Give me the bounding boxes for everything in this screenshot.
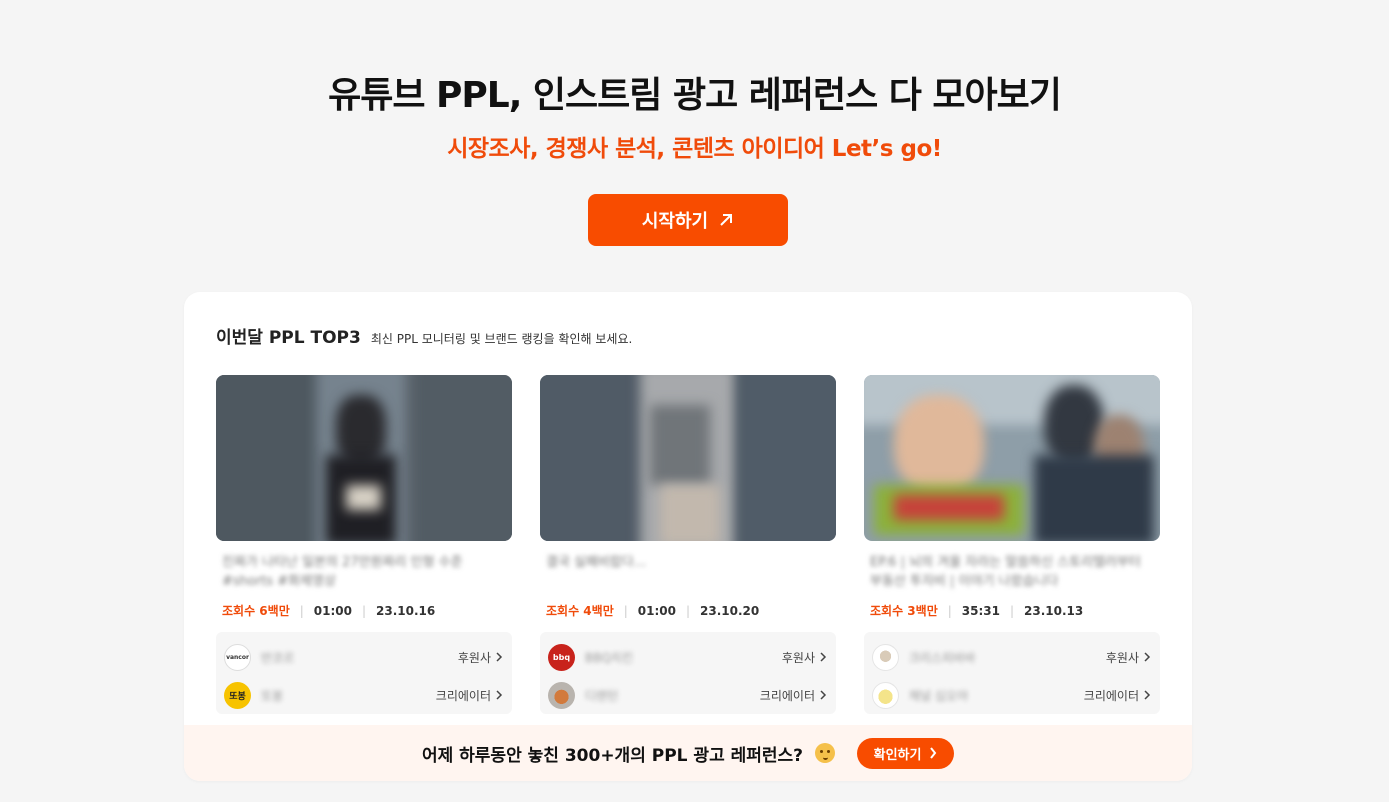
creator-row[interactable]: 채널 십오야 크리에이터 (872, 676, 1151, 714)
start-button[interactable]: 시작하기 (588, 194, 788, 246)
sponsor-row[interactable]: vancor 반코르 후원사 (224, 638, 503, 676)
sponsor-box: 크리스피바바 후원사 채널 십오야 크리에이터 (864, 632, 1160, 714)
creator-avatar (548, 681, 575, 709)
video-thumbnail[interactable] (540, 375, 836, 541)
arrow-up-right-icon (720, 214, 733, 226)
video-card[interactable]: 결국 실패비랍다... 조회수 4백만 | 01:00 | 23.10.20 b… (540, 375, 836, 714)
video-duration: 35:31 (961, 603, 1000, 618)
creator-name: 채널 십오야 (909, 688, 969, 703)
upload-date: 23.10.13 (1024, 603, 1084, 618)
creator-name: 디렌턴 (585, 688, 619, 703)
sponsor-name: BBQ치킨 (585, 650, 633, 665)
chevron-right-icon (1144, 690, 1151, 700)
view-count: 조회수 3백만 (870, 604, 938, 618)
chevron-right-icon (930, 747, 937, 759)
video-duration: 01:00 (637, 603, 676, 618)
chevron-right-icon (496, 652, 503, 662)
sponsor-logo: vancor (224, 643, 251, 671)
chevron-right-icon (1144, 652, 1151, 662)
sponsor-box: bbq BBQ치킨 후원사 디렌턴 크리에이터 (540, 632, 836, 714)
creator-avatar (872, 681, 899, 709)
creator-row[interactable]: 또봉 또봉 크리에이터 (224, 676, 503, 714)
chevron-right-icon (820, 652, 827, 662)
sponsor-link[interactable]: 후원사 (782, 649, 827, 666)
ppl-top3-card: 이번달 PPL TOP3 최신 PPL 모니터링 및 브랜드 랭킹을 확인해 보… (184, 292, 1192, 781)
thinking-face-icon (815, 743, 836, 763)
sponsor-box: vancor 반코르 후원사 또봉 또봉 크리에이터 (216, 632, 512, 714)
hero-title: 유튜브 PPL, 인스트림 광고 레퍼런스 다 모아보기 (328, 75, 1062, 116)
chevron-right-icon (820, 690, 827, 700)
hero-subtitle: 시장조사, 경쟁사 분석, 콘텐츠 아이디어 Let’s go! (447, 136, 942, 162)
creator-name: 또봉 (261, 688, 284, 703)
sponsor-name: 크리스피바바 (909, 650, 976, 665)
creator-row[interactable]: 디렌턴 크리에이터 (548, 676, 827, 714)
confirm-button[interactable]: 확인하기 (857, 737, 955, 769)
video-thumbnail[interactable] (216, 375, 512, 541)
video-card[interactable]: 진짜가 나타난 일본의 27만원짜리 인형 수준 #shorts #화제영상 조… (216, 375, 512, 714)
section-description: 최신 PPL 모니터링 및 브랜드 랭킹을 확인해 보세요. (370, 332, 633, 346)
sponsor-logo: bbq (548, 643, 575, 671)
video-thumbnail[interactable] (864, 375, 1160, 541)
video-title[interactable]: 진짜가 나타난 일본의 27만원짜리 인형 수준 #shorts #화제영상 (216, 553, 512, 593)
view-count: 조회수 4백만 (546, 604, 614, 618)
video-meta: 조회수 3백만 | 35:31 | 23.10.13 (870, 603, 1084, 619)
daily-banner: 어제 하루동안 놓친 300+개의 PPL 광고 레퍼런스? 확인하기 (184, 725, 1192, 781)
creator-logo: 또봉 (224, 681, 251, 709)
confirm-button-label: 확인하기 (873, 747, 922, 763)
video-meta: 조회수 6백만 | 01:00 | 23.10.16 (222, 603, 436, 619)
sponsor-link[interactable]: 후원사 (458, 649, 503, 666)
creator-link[interactable]: 크리에이터 (436, 687, 503, 704)
sponsor-link[interactable]: 후원사 (1106, 649, 1151, 666)
video-title[interactable]: EP.6 | 뇌의 겨울 자라는 말씀하신 스토리텔러부터 부동산 투자비 | … (864, 553, 1160, 593)
section-title: 이번달 PPL TOP3 (216, 328, 361, 348)
chevron-right-icon (496, 690, 503, 700)
sponsor-row[interactable]: bbq BBQ치킨 후원사 (548, 638, 827, 676)
video-duration: 01:00 (313, 603, 352, 618)
upload-date: 23.10.16 (376, 603, 436, 618)
video-meta: 조회수 4백만 | 01:00 | 23.10.20 (546, 603, 760, 619)
start-button-label: 시작하기 (641, 211, 709, 232)
video-title[interactable]: 결국 실패비랍다... (540, 553, 836, 593)
creator-link[interactable]: 크리에이터 (1084, 687, 1151, 704)
video-card[interactable]: EP.6 | 뇌의 겨울 자라는 말씀하신 스토리텔러부터 부동산 투자비 | … (864, 375, 1160, 714)
upload-date: 23.10.20 (700, 603, 760, 618)
banner-text: 어제 하루동안 놓친 300+개의 PPL 광고 레퍼런스? (421, 745, 804, 766)
sponsor-name: 반코르 (261, 650, 295, 665)
creator-link[interactable]: 크리에이터 (760, 687, 827, 704)
sponsor-logo (872, 643, 899, 671)
sponsor-row[interactable]: 크리스피바바 후원사 (872, 638, 1151, 676)
view-count: 조회수 6백만 (222, 604, 290, 618)
